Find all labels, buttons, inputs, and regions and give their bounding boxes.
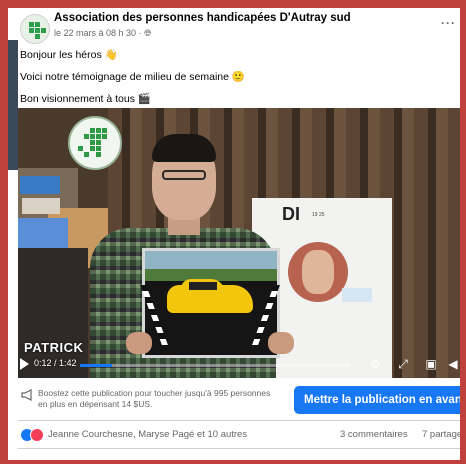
page-avatar[interactable] <box>20 14 50 44</box>
settings-gear-icon[interactable]: ⚙︎ <box>368 357 382 371</box>
association-logo <box>68 116 122 170</box>
volume-icon[interactable]: ◀︎ <box>446 357 460 371</box>
post-text-line: Bon visionnement à tous 🎬 <box>20 93 151 105</box>
picture-in-picture-icon[interactable]: ▣ <box>424 357 438 371</box>
video-name-tag: PATRICK <box>24 340 84 355</box>
divider <box>18 448 460 449</box>
video-player[interactable]: DI 19 25 PATRICK 0:12 / 1:42 ⚙︎ ⤢ ▣ ◀︎ <box>18 108 460 378</box>
page-name[interactable]: Association des personnes handicapées D'… <box>54 12 351 24</box>
megaphone-icon <box>21 389 32 401</box>
poster-photo-face <box>302 250 334 294</box>
more-options-button[interactable]: ··· <box>441 16 456 30</box>
video-controls: 0:12 / 1:42 ⚙︎ ⤢ ▣ ◀︎ <box>18 354 460 378</box>
car-painting <box>140 248 280 358</box>
boost-post-button[interactable]: Mettre la publication en avant <box>294 386 460 414</box>
comments-count[interactable]: 3 commentaires <box>340 429 408 440</box>
frame-left <box>0 0 8 464</box>
post-date[interactable]: le 22 mars à 08 h 30 · 🌐︎ <box>54 28 151 39</box>
shelf-item <box>20 176 60 194</box>
frame-bottom <box>0 460 466 464</box>
love-icon <box>30 428 44 442</box>
video-time: 0:12 / 1:42 <box>34 358 77 368</box>
facebook-post: Association des personnes handicapées D'… <box>18 8 460 460</box>
video-progress-track[interactable] <box>80 364 350 367</box>
boost-description: Boostez cette publication pour toucher j… <box>38 388 270 410</box>
person-hair <box>152 134 216 162</box>
person-glasses <box>162 170 206 180</box>
boost-text-line: en plus en dépensant 14 $US. <box>38 399 153 409</box>
reaction-names[interactable]: Jeanne Courchesne, Maryse Pagé et 10 aut… <box>48 429 247 440</box>
boost-text-line: Boostez cette publication pour toucher j… <box>38 388 271 398</box>
fullscreen-icon[interactable]: ⤢ <box>396 357 410 371</box>
poster-logo <box>342 288 372 302</box>
globe-icon: 🌐︎ <box>144 28 152 38</box>
post-text-line: Voici notre témoignage de milieu de sema… <box>20 71 245 83</box>
shares-count[interactable]: 7 partages <box>422 429 460 440</box>
person-hand <box>268 332 294 354</box>
poster-small-text: 19 25 <box>312 212 325 218</box>
post-date-text[interactable]: le 22 mars à 08 h 30 <box>54 28 136 38</box>
frame-right <box>460 0 466 464</box>
shelf-item <box>22 198 60 214</box>
video-progress-fill <box>80 364 113 367</box>
post-text-line: Bonjour les héros 👋 <box>20 49 118 61</box>
divider <box>18 420 460 421</box>
shelf-item <box>18 218 68 248</box>
painting-car-window <box>189 282 217 290</box>
frame-top <box>0 0 466 8</box>
person-hand <box>126 332 152 354</box>
play-icon[interactable] <box>20 358 29 370</box>
poster-title: DI <box>282 204 300 224</box>
